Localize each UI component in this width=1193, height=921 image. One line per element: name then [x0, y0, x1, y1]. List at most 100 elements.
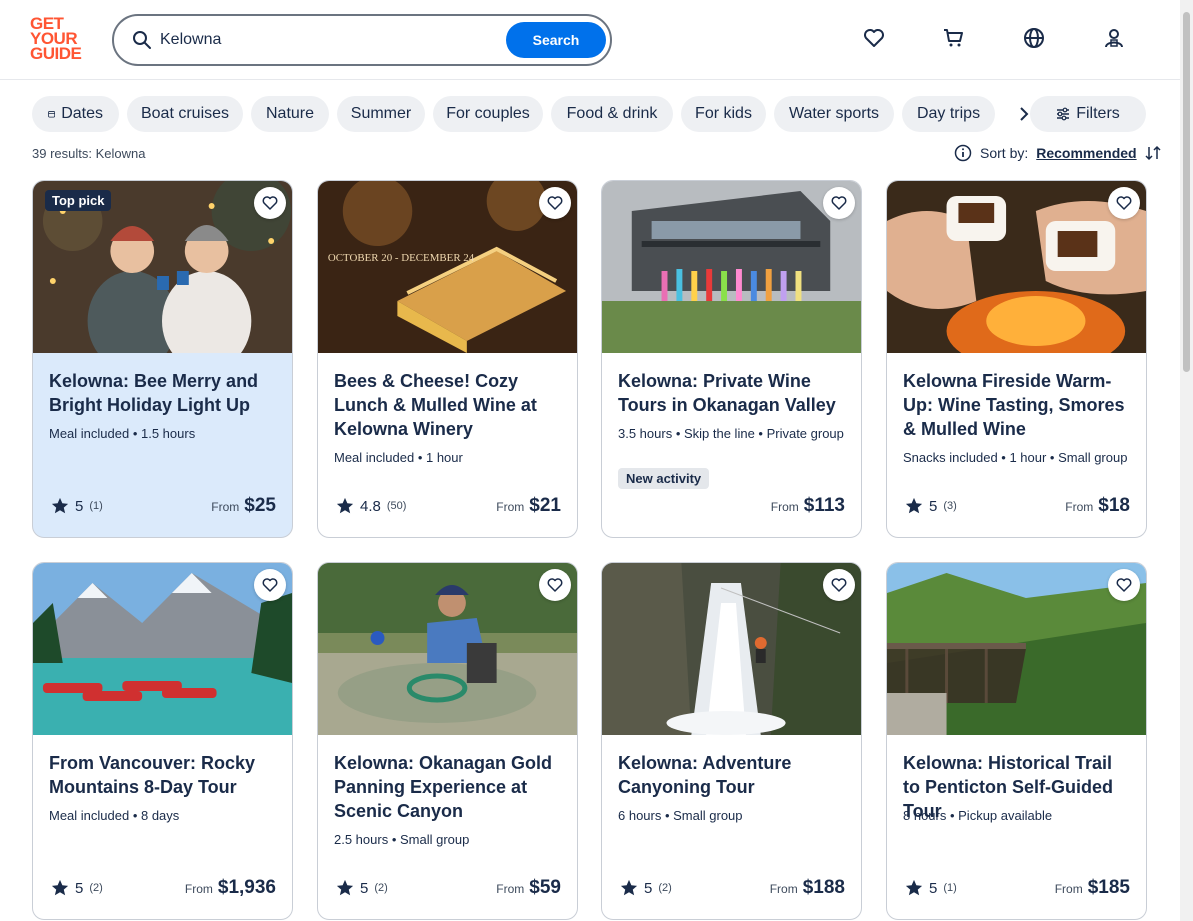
activity-title[interactable]: Bees & Cheese! Cozy Lunch & Mulled Wine …: [334, 369, 564, 441]
chip-nature[interactable]: Nature: [251, 96, 329, 132]
globe-icon[interactable]: [1022, 26, 1046, 50]
chip-summer[interactable]: Summer: [337, 96, 425, 132]
activity-title[interactable]: Kelowna: Bee Merry and Bright Holiday Li…: [49, 369, 279, 417]
activity-rating: 4.8 (50): [336, 497, 406, 515]
price-amount: $185: [1087, 877, 1130, 898]
svg-text:OCTOBER 20 - DECEMBER 24: OCTOBER 20 - DECEMBER 24: [328, 252, 475, 264]
activity-rating: 5 (1): [51, 497, 103, 515]
star-icon: [905, 497, 923, 514]
activity-card[interactable]: From Vancouver: Rocky Mountains 8-Day To…: [32, 562, 293, 920]
wishlist-button[interactable]: [1108, 187, 1140, 219]
wishlist-button[interactable]: [823, 569, 855, 601]
filters-button[interactable]: Filters: [1030, 96, 1146, 132]
activity-image[interactable]: [887, 563, 1146, 735]
sort-value[interactable]: Recommended: [1036, 145, 1136, 161]
activity-title[interactable]: From Vancouver: Rocky Mountains 8-Day To…: [49, 751, 279, 799]
account-icon[interactable]: [1102, 26, 1126, 50]
price-amount: $188: [802, 877, 845, 898]
wishlist-button[interactable]: [1108, 569, 1140, 601]
scrollbar-thumb[interactable]: [1183, 12, 1190, 372]
chip-day-trips[interactable]: Day trips: [902, 96, 995, 132]
search-input[interactable]: [160, 28, 500, 52]
star-icon: [51, 497, 69, 514]
chip-dates[interactable]: Dates: [32, 96, 119, 132]
activity-card[interactable]: Kelowna: Private Wine Tours in Okanagan …: [601, 180, 862, 538]
activity-image[interactable]: [318, 563, 577, 735]
price-prefix: From: [496, 882, 525, 896]
rating-value: 5: [644, 879, 653, 897]
filter-icon: [1057, 107, 1070, 121]
activity-card[interactable]: Kelowna: Historical Trail to Penticton S…: [886, 562, 1147, 920]
chip-food-drink[interactable]: Food & drink: [551, 96, 673, 132]
chip-label: For couples: [446, 105, 530, 122]
heart-icon: [262, 578, 278, 592]
activity-title[interactable]: Kelowna: Okanagan Gold Panning Experienc…: [334, 751, 564, 823]
brand-logo[interactable]: GET YOUR GUIDE: [30, 15, 90, 64]
wishlist-button[interactable]: [254, 187, 286, 219]
activity-rating: 5 (2): [336, 879, 388, 897]
activity-image[interactable]: [887, 181, 1146, 353]
chip-water-sports[interactable]: Water sports: [774, 96, 894, 132]
activity-meta: 3.5 hours • Skip the line • Private grou…: [618, 426, 844, 441]
page-scrollbar[interactable]: [1180, 0, 1193, 921]
heart-icon[interactable]: [862, 26, 886, 50]
activity-title[interactable]: Kelowna: Adventure Canyoning Tour: [618, 751, 848, 799]
activity-card[interactable]: Kelowna: Okanagan Gold Panning Experienc…: [317, 562, 578, 920]
chip-label: Nature: [265, 105, 315, 122]
price-amount: $1,936: [217, 877, 276, 898]
price-prefix: From: [770, 500, 799, 514]
filters-label: Filters: [1076, 105, 1120, 122]
star-icon: [620, 879, 638, 896]
rating-value: 5: [75, 879, 84, 897]
price-prefix: From: [496, 500, 525, 514]
price-amount: $25: [244, 495, 276, 516]
activity-price: From $21: [496, 495, 561, 517]
activity-price: From $188: [770, 877, 845, 899]
activity-image[interactable]: OCTOBER 20 - DECEMBER 24: [318, 181, 577, 353]
sort-control[interactable]: Sort by: Recommended: [954, 144, 1161, 162]
chip-label: Dates: [61, 105, 103, 122]
sort-icon[interactable]: [1145, 145, 1161, 161]
wishlist-button[interactable]: [254, 569, 286, 601]
chip-label: Water sports: [788, 105, 880, 122]
review-count: (1): [943, 882, 957, 894]
activity-meta: 8 hours • Pickup available: [903, 808, 1053, 823]
new-activity-badge: New activity: [618, 468, 710, 489]
activity-card[interactable]: Kelowna: Adventure Canyoning Tour 6 hour…: [601, 562, 862, 920]
activity-price: From $185: [1055, 877, 1130, 899]
activity-card[interactable]: Top pick Kelowna: Bee Merry and Bright H…: [32, 180, 293, 538]
chip-label: Boat cruises: [140, 105, 230, 122]
info-icon[interactable]: [954, 144, 972, 162]
activity-title[interactable]: Kelowna Fireside Warm-Up: Wine Tasting, …: [903, 369, 1133, 441]
review-count: (50): [386, 500, 407, 512]
price-amount: $18: [1098, 495, 1130, 516]
heart-icon: [262, 196, 278, 210]
review-count: (2): [658, 882, 672, 894]
activity-card[interactable]: Kelowna Fireside Warm-Up: Wine Tasting, …: [886, 180, 1147, 538]
chip-for-kids[interactable]: For kids: [681, 96, 766, 132]
activity-image[interactable]: [602, 563, 861, 735]
activity-card[interactable]: OCTOBER 20 - DECEMBER 24 Bees & Cheese! …: [317, 180, 578, 538]
cart-icon[interactable]: [942, 26, 966, 50]
price-amount: $59: [529, 877, 561, 898]
activity-title[interactable]: Kelowna: Private Wine Tours in Okanagan …: [618, 369, 848, 417]
price-prefix: From: [184, 882, 213, 896]
activity-meta: Meal included • 1 hour: [334, 450, 463, 465]
heart-icon: [831, 578, 847, 592]
wishlist-button[interactable]: [539, 187, 571, 219]
search-button[interactable]: Search: [506, 22, 606, 58]
wishlist-button[interactable]: [539, 569, 571, 601]
activity-rating: 5 (2): [51, 879, 103, 897]
chip-boat-cruises[interactable]: Boat cruises: [127, 96, 243, 132]
star-icon: [336, 497, 354, 514]
rating-value: 5: [75, 497, 84, 515]
star-icon: [51, 879, 69, 896]
wishlist-button[interactable]: [823, 187, 855, 219]
activity-image[interactable]: [602, 181, 861, 353]
price-prefix: From: [769, 882, 798, 896]
price-amount: $21: [529, 495, 561, 516]
chip-for-couples[interactable]: For couples: [433, 96, 543, 132]
activity-meta: 6 hours • Small group: [618, 808, 743, 823]
activity-meta: Snacks included • 1 hour • Small group: [903, 450, 1128, 465]
activity-image[interactable]: [33, 563, 292, 735]
